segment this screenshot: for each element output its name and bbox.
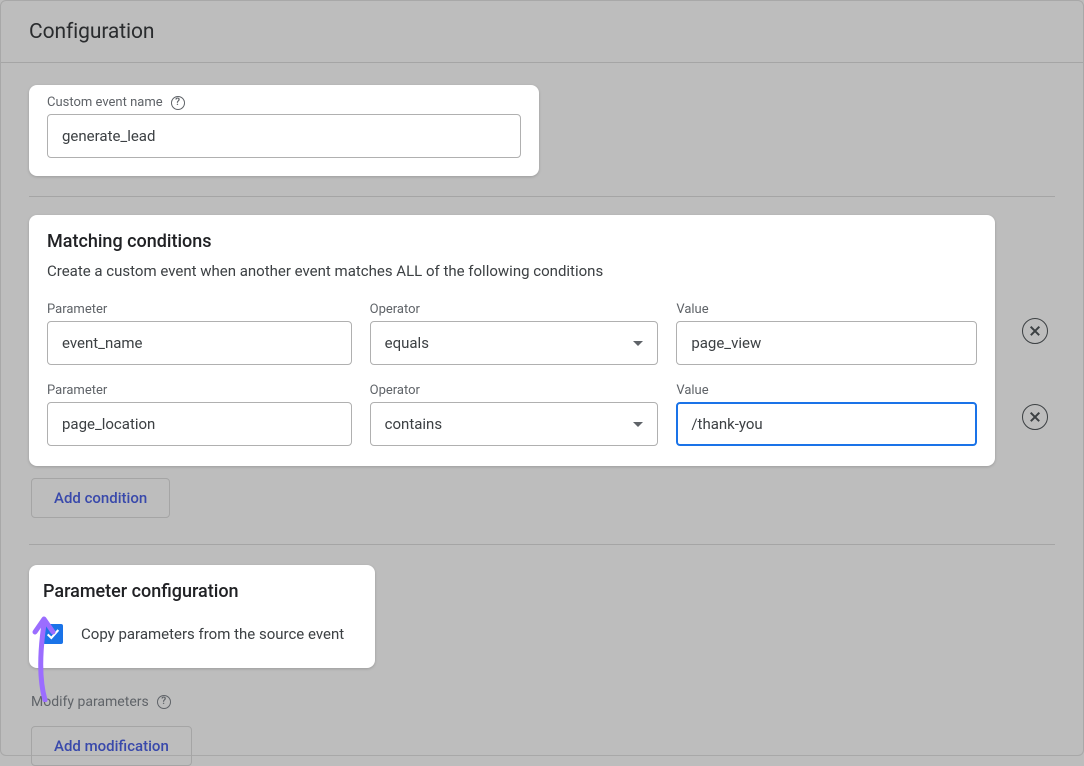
custom-event-input[interactable] [47, 114, 521, 158]
operator-value: equals [385, 334, 429, 352]
value-label: Value [676, 302, 977, 317]
add-modification-button[interactable]: Add modification [31, 726, 192, 766]
parameter-label: Parameter [47, 302, 352, 317]
custom-event-label: Custom event name [47, 95, 163, 110]
help-icon[interactable]: ? [171, 96, 185, 110]
parameter-input[interactable] [47, 321, 352, 365]
help-icon[interactable]: ? [157, 695, 171, 709]
parameter-configuration-card: Parameter configuration Copy parameters … [29, 565, 375, 668]
parameter-label: Parameter [47, 383, 352, 398]
matching-conditions-title: Matching conditions [47, 231, 977, 252]
copy-parameters-label: Copy parameters from the source event [81, 625, 344, 643]
copy-parameters-checkbox[interactable] [43, 624, 63, 644]
operator-label: Operator [370, 302, 659, 317]
page-title: Configuration [29, 20, 154, 44]
custom-event-card: Custom event name ? [29, 85, 539, 176]
operator-value: contains [385, 415, 442, 433]
condition-row: Parameter Operator equals Valu [47, 302, 977, 365]
value-input[interactable] [676, 402, 977, 446]
condition-row: Parameter Operator contains Va [47, 383, 977, 446]
modify-parameters-label: Modify parameters [31, 694, 149, 710]
divider [29, 196, 1055, 197]
divider [29, 544, 1055, 545]
matching-conditions-desc: Create a custom event when another event… [47, 262, 977, 280]
matching-conditions-card: Matching conditions Create a custom even… [29, 215, 995, 466]
remove-condition-button[interactable] [1022, 404, 1048, 430]
chevron-down-icon [633, 422, 643, 427]
remove-condition-button[interactable] [1022, 318, 1048, 344]
operator-label: Operator [370, 383, 659, 398]
operator-select[interactable]: contains [370, 402, 659, 446]
add-condition-button[interactable]: Add condition [31, 478, 170, 518]
value-label: Value [676, 383, 977, 398]
chevron-down-icon [633, 341, 643, 346]
value-input[interactable] [676, 321, 977, 365]
parameter-input[interactable] [47, 402, 352, 446]
parameter-configuration-title: Parameter configuration [43, 581, 361, 602]
operator-select[interactable]: equals [370, 321, 659, 365]
